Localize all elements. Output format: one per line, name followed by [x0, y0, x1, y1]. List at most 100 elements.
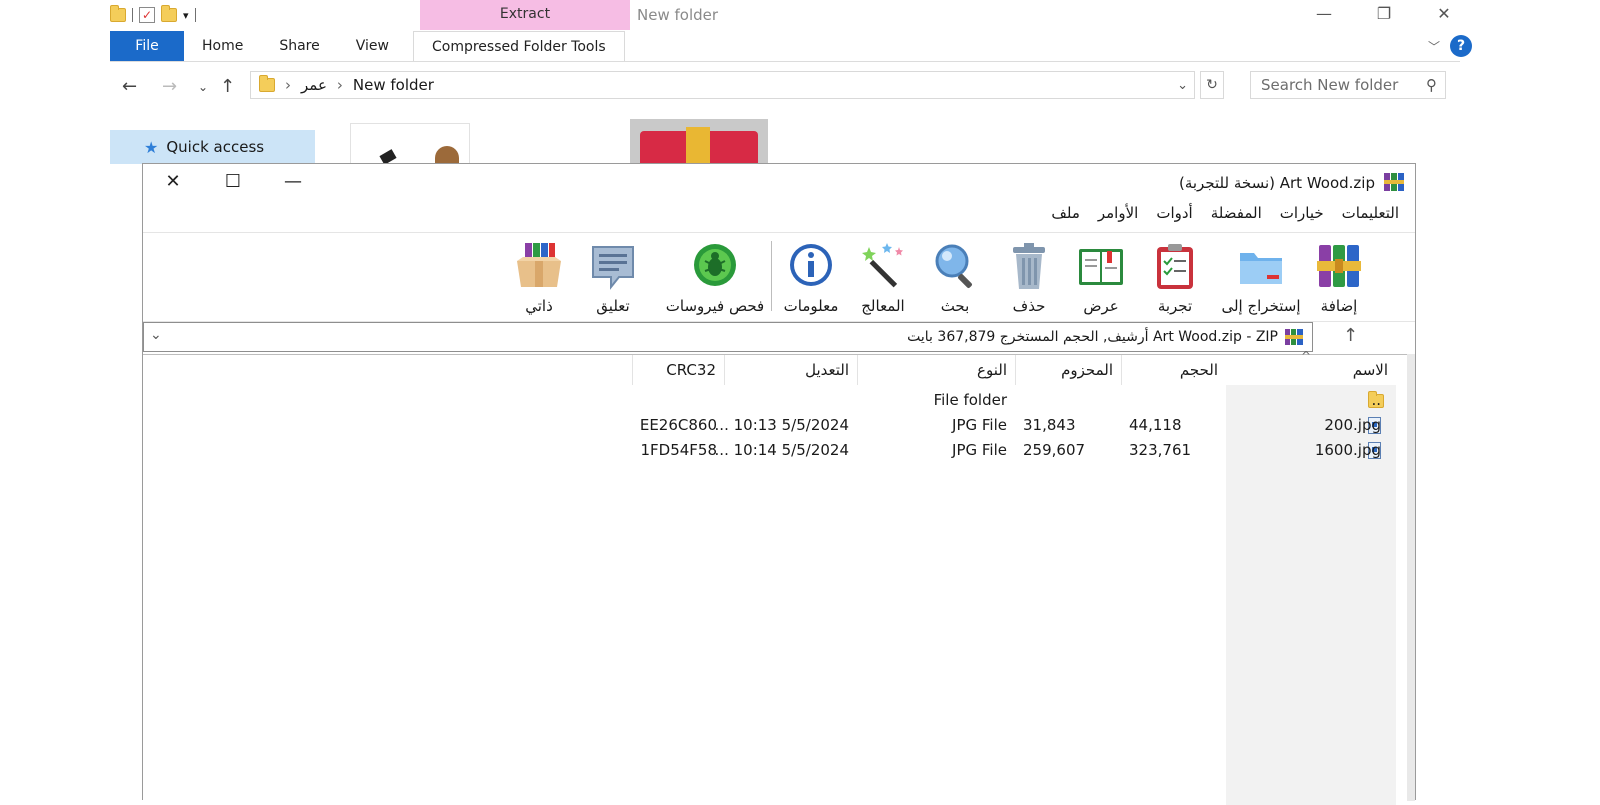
column-header-label: التعديل — [805, 361, 849, 379]
refresh-button[interactable]: ↻ — [1200, 71, 1224, 99]
minimize-icon[interactable]: — — [1308, 4, 1340, 23]
toolbar-label: تجربة — [1157, 297, 1193, 315]
column-header-packed[interactable]: المحزوم — [1015, 355, 1121, 385]
info-icon — [790, 244, 832, 286]
vertical-scrollbar[interactable] — [1407, 354, 1415, 801]
help-button[interactable]: ? — [1450, 35, 1472, 57]
toolbar-separator — [132, 8, 133, 22]
row-modified: 5/5/2024 10:14 ... — [714, 441, 849, 459]
breadcrumb-item[interactable]: عمر — [301, 76, 327, 94]
winrar-titlebar: ✕ ☐ — Art Wood.zip (نسخة للتجربة) — [143, 164, 1415, 200]
winrar-menubar: ملف الأوامر أدوات المفضلة خيارات التعليم… — [1051, 204, 1399, 222]
address-bar[interactable]: › عمر › New folder ⌄ — [250, 71, 1195, 99]
toolbar-find-button[interactable]: بحث — [919, 233, 991, 321]
table-row[interactable]: 200.jpg 44,118 31,843 JPG File 5/5/2024 … — [143, 414, 1415, 438]
archive-path-combobox[interactable]: ⌄ Art Wood.zip - ZIP أرشيف, الحجم المستخ… — [143, 322, 1313, 352]
column-header-crc32[interactable]: CRC32 — [632, 355, 724, 385]
menu-help[interactable]: التعليمات — [1342, 204, 1399, 222]
up-one-level-icon[interactable]: ↑ — [1343, 325, 1358, 346]
toolbar-label: بحث — [940, 297, 970, 315]
menu-options[interactable]: خيارات — [1280, 204, 1324, 222]
row-packed: 31,843 — [1023, 416, 1076, 434]
magnifier-icon — [935, 244, 972, 288]
folder-icon[interactable] — [110, 5, 126, 22]
test-clipboard-icon — [1157, 244, 1193, 289]
table-row[interactable]: .. File folder — [143, 389, 1415, 413]
sfx-box-icon — [517, 243, 561, 287]
row-size: 44,118 — [1129, 416, 1182, 434]
folder-icon — [259, 75, 275, 92]
column-header-size[interactable]: الحجم — [1121, 355, 1226, 385]
ribbon-expand-chevron-icon[interactable]: ﹀ — [1428, 38, 1440, 55]
ribbon-tab-view[interactable]: View — [338, 38, 407, 54]
forward-arrow-icon[interactable]: → — [162, 76, 177, 97]
restore-icon[interactable]: ❐ — [1368, 4, 1400, 23]
toolbar-view-button[interactable]: عرض — [1065, 233, 1137, 321]
toolbar-label: تعليق — [596, 297, 630, 315]
toolbar-separator — [771, 241, 772, 311]
winrar-add-icon — [1317, 245, 1361, 287]
archive-thumbnail[interactable] — [630, 119, 768, 169]
view-book-icon — [1079, 249, 1123, 285]
toolbar-separator — [194, 8, 196, 22]
table-row[interactable]: 1600.jpg 323,761 259,607 JPG File 5/5/20… — [143, 439, 1415, 463]
star-icon: ★ — [144, 137, 159, 157]
address-dropdown-chevron-icon[interactable]: ⌄ — [1177, 78, 1188, 93]
menu-file[interactable]: ملف — [1051, 204, 1080, 222]
recent-locations-chevron-icon[interactable]: ⌄ — [198, 80, 208, 94]
explorer-ribbon: File Home Share View Compressed Folder T… — [110, 31, 1460, 62]
menu-commands[interactable]: الأوامر — [1098, 204, 1138, 222]
column-header-label: CRC32 — [666, 361, 716, 379]
column-header-label: الاسم — [1352, 361, 1388, 379]
ribbon-tab-share[interactable]: Share — [261, 38, 337, 54]
ribbon-tab-compressed-folder-tools[interactable]: Compressed Folder Tools — [412, 31, 625, 61]
address-row: ← → ⌄ ↑ › عمر › New folder ⌄ ↻ Search Ne… — [110, 68, 1460, 104]
archive-path-text: Art Wood.zip - ZIP أرشيف, الحجم المستخرج… — [907, 329, 1278, 345]
close-icon[interactable]: ✕ — [159, 170, 187, 194]
toolbar-test-button[interactable]: تجربة — [1139, 233, 1211, 321]
up-arrow-icon[interactable]: ↑ — [220, 76, 235, 97]
winrar-window-title: Art Wood.zip (نسخة للتجربة) — [1178, 174, 1375, 192]
row-name: 1600.jpg — [1314, 441, 1381, 459]
breadcrumb-item[interactable]: New folder — [353, 76, 434, 94]
maximize-icon[interactable]: ☐ — [219, 170, 247, 194]
path-dropdown-chevron-icon[interactable]: ⌄ — [150, 327, 162, 343]
menu-tools[interactable]: أدوات — [1156, 204, 1192, 222]
row-type: File folder — [933, 391, 1007, 409]
breadcrumb-separator-icon[interactable]: › — [285, 76, 291, 94]
ribbon-tab-home[interactable]: Home — [184, 38, 261, 54]
toolbar-virus-scan-button[interactable]: فحص فيروسات — [659, 233, 771, 321]
column-header-label: المحزوم — [1061, 361, 1113, 379]
ribbon-tab-file[interactable]: File — [110, 31, 184, 61]
menu-favorites[interactable]: المفضلة — [1211, 204, 1262, 222]
winrar-toolbar: إضافة إستخراج إلى تجربة عرض حذف بحث المع… — [143, 232, 1415, 322]
new-folder-icon[interactable] — [161, 5, 177, 22]
winrar-app-icon — [1384, 173, 1404, 191]
properties-check-icon[interactable]: ✓ — [139, 7, 155, 23]
back-arrow-icon[interactable]: ← — [122, 76, 137, 97]
customize-toolbar-chevron-icon[interactable]: ▾ — [183, 9, 189, 22]
nav-item-quick-access[interactable]: ★ Quick access — [110, 130, 315, 164]
column-header-modified[interactable]: التعديل — [724, 355, 857, 385]
toolbar-add-button[interactable]: إضافة — [1303, 233, 1375, 321]
close-icon[interactable]: ✕ — [1428, 4, 1460, 23]
toolbar-sfx-button[interactable]: ذاتي — [503, 233, 575, 321]
extract-context-tab[interactable]: Extract — [420, 0, 630, 30]
toolbar-wizard-button[interactable]: المعالج — [847, 233, 919, 321]
winrar-archive-icon — [1285, 329, 1303, 345]
toolbar-label: عرض — [1083, 297, 1119, 315]
breadcrumb-separator-icon[interactable]: › — [337, 76, 343, 94]
column-header-type[interactable]: النوع — [857, 355, 1015, 385]
search-input[interactable]: Search New folder ⚲ — [1250, 71, 1446, 99]
toolbar-delete-button[interactable]: حذف — [993, 233, 1065, 321]
explorer-window-controls: — ❐ ✕ — [1308, 4, 1460, 23]
row-name: .. — [1371, 391, 1381, 409]
minimize-icon[interactable]: — — [279, 170, 307, 194]
extract-folder-icon — [1240, 253, 1282, 284]
virus-bug-icon — [694, 244, 736, 286]
column-header-label: النوع — [977, 361, 1007, 379]
toolbar-info-button[interactable]: معلومات — [775, 233, 847, 321]
toolbar-extract-to-button[interactable]: إستخراج إلى — [1219, 233, 1303, 321]
toolbar-comment-button[interactable]: تعليق — [577, 233, 649, 321]
explorer-window-title: New folder — [637, 6, 719, 24]
